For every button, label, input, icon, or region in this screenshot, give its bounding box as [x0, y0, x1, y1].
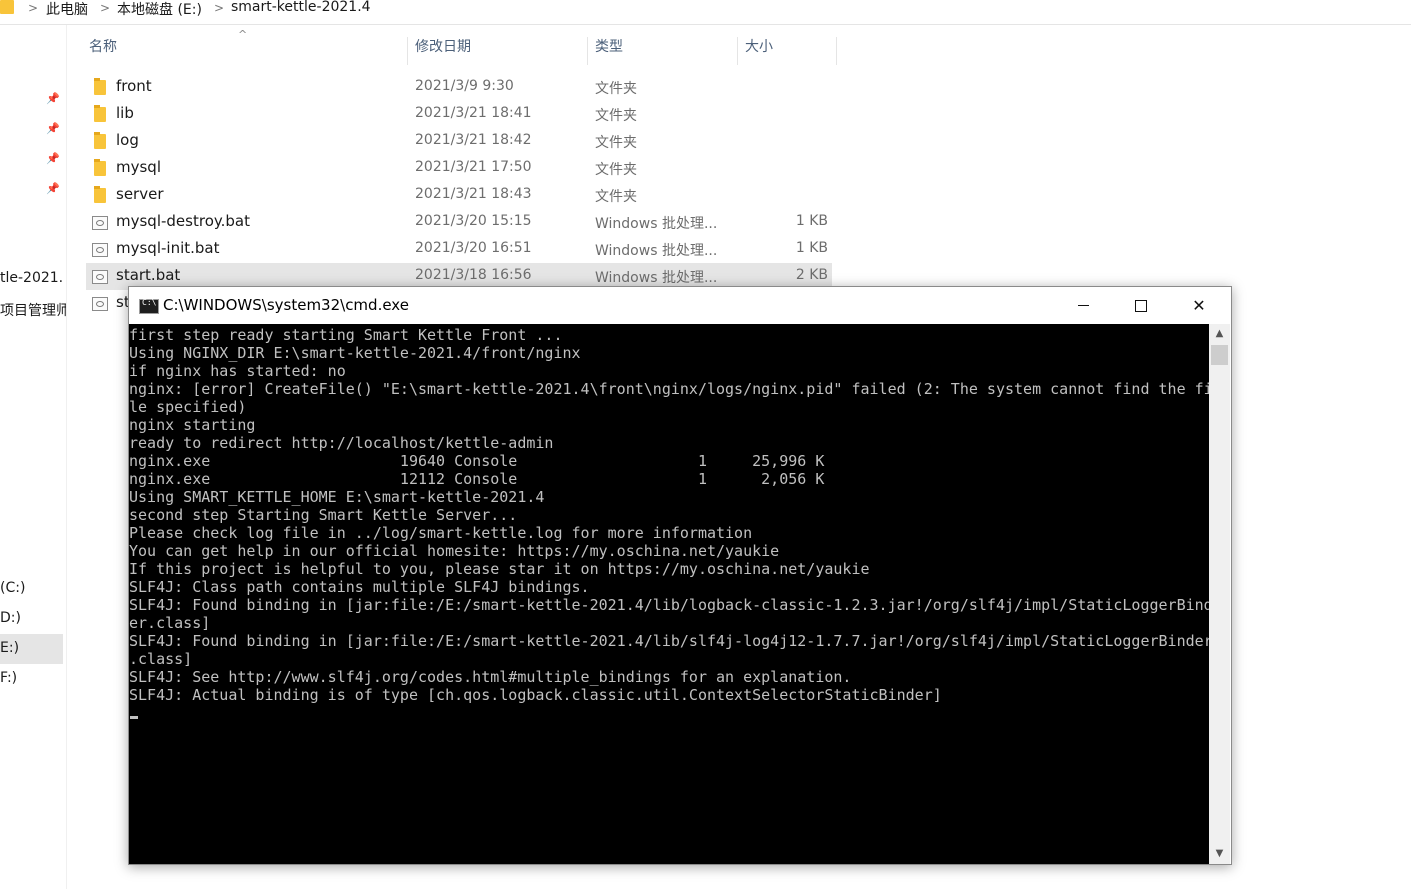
- file-name: server: [116, 185, 164, 203]
- file-row[interactable]: mysql-init.bat 2021/3/20 16:51 Windows 批…: [86, 236, 832, 263]
- nav-item-quick-access-folder[interactable]: tle-2021.: [0, 270, 63, 286]
- file-date: 2021/3/21 18:41: [415, 105, 532, 121]
- nav-item-drive-d[interactable]: D:): [0, 610, 21, 626]
- batch-file-icon: [92, 297, 108, 311]
- file-name: log: [116, 131, 139, 149]
- file-name: lib: [116, 104, 134, 122]
- folder-icon: [94, 186, 106, 203]
- file-row[interactable]: mysql 2021/3/21 17:50 文件夹: [86, 155, 832, 182]
- file-name: mysql: [116, 158, 161, 176]
- cmd-icon-label: C:\: [142, 298, 157, 307]
- pin-icon[interactable]: 📌: [46, 182, 60, 195]
- navigation-pane: 📌 📌 📌 📌 tle-2021. 项目管理师 (C:) D:) E:) F:): [0, 25, 67, 889]
- file-size: 1 KB: [795, 240, 828, 256]
- folder-icon: [94, 159, 106, 176]
- cmd-title-bar[interactable]: C:\ C:\WINDOWS\system32\cmd.exe ✕: [129, 287, 1231, 324]
- window-title: C:\WINDOWS\system32\cmd.exe: [163, 296, 409, 314]
- file-date: 2021/3/20 15:15: [415, 213, 532, 229]
- minimize-icon: [1078, 305, 1089, 306]
- file-date: 2021/3/21 18:43: [415, 186, 532, 202]
- file-row[interactable]: log 2021/3/21 18:42 文件夹: [86, 128, 832, 155]
- folder-icon: [94, 78, 106, 95]
- scroll-down-arrow-icon[interactable]: ▼: [1209, 844, 1230, 864]
- scroll-up-arrow-icon[interactable]: ▲: [1209, 324, 1230, 344]
- batch-file-icon: [92, 216, 108, 230]
- file-date: 2021/3/9 9:30: [415, 78, 514, 94]
- file-name: start.bat: [116, 266, 181, 284]
- column-divider[interactable]: [407, 37, 408, 65]
- file-type: 文件夹: [595, 189, 637, 205]
- file-row[interactable]: front 2021/3/9 9:30 文件夹: [86, 74, 832, 101]
- column-divider[interactable]: [737, 37, 738, 65]
- column-header-size[interactable]: 大小: [745, 36, 773, 66]
- batch-file-icon: [92, 243, 108, 257]
- nav-item-quick-access-folder[interactable]: 项目管理师: [0, 300, 66, 320]
- breadcrumb-item-drive-e[interactable]: 本地磁盘 (E:): [117, 0, 202, 19]
- file-type: Windows 批处理...: [595, 243, 718, 259]
- column-header-date[interactable]: 修改日期: [415, 36, 471, 66]
- chevron-right-icon: >: [28, 1, 39, 15]
- column-divider[interactable]: [587, 37, 588, 65]
- file-date: 2021/3/20 16:51: [415, 240, 532, 256]
- nav-item-drive-e[interactable]: E:): [0, 640, 19, 656]
- file-name: front: [116, 77, 152, 95]
- column-divider[interactable]: [836, 37, 837, 65]
- file-date: 2021/3/21 17:50: [415, 159, 532, 175]
- breadcrumb-item-this-pc[interactable]: 此电脑: [46, 0, 88, 19]
- maximize-icon: [1135, 300, 1147, 312]
- file-date: 2021/3/18 16:56: [415, 267, 532, 283]
- chevron-right-icon: >: [100, 1, 111, 15]
- cmd-icon[interactable]: C:\: [139, 298, 159, 314]
- scrollbar-thumb[interactable]: [1211, 345, 1228, 365]
- address-bar[interactable]: > 此电脑 > 本地磁盘 (E:) > smart-kettle-2021.4: [0, 0, 1411, 25]
- folder-icon: [94, 105, 106, 122]
- file-row[interactable]: server 2021/3/21 18:43 文件夹: [86, 182, 832, 209]
- column-header-type[interactable]: 类型: [595, 36, 623, 66]
- pin-icon[interactable]: 📌: [46, 122, 60, 135]
- chevron-right-icon: >: [214, 1, 225, 15]
- pin-icon[interactable]: 📌: [46, 152, 60, 165]
- minimize-button[interactable]: [1054, 287, 1112, 324]
- column-header-name[interactable]: 名称: [89, 36, 117, 66]
- file-type: Windows 批处理...: [595, 270, 718, 286]
- file-name: mysql-destroy.bat: [116, 212, 250, 230]
- file-size: 2 KB: [795, 267, 828, 283]
- folder-icon: [0, 0, 14, 14]
- close-button[interactable]: ✕: [1170, 287, 1228, 324]
- breadcrumb-item-current-folder[interactable]: smart-kettle-2021.4: [231, 0, 371, 15]
- folder-icon: [94, 132, 106, 149]
- text-cursor: [130, 716, 138, 719]
- file-type: 文件夹: [595, 108, 637, 124]
- file-type: Windows 批处理...: [595, 216, 718, 232]
- nav-item-drive-f[interactable]: F:): [0, 670, 17, 686]
- nav-item-drive-c[interactable]: (C:): [0, 580, 25, 596]
- cmd-window[interactable]: C:\ C:\WINDOWS\system32\cmd.exe ✕ first …: [128, 286, 1232, 865]
- console-text: first step ready starting Smart Kettle F…: [129, 326, 1209, 704]
- sort-ascending-icon: ^: [238, 28, 248, 41]
- file-date: 2021/3/21 18:42: [415, 132, 532, 148]
- file-name: mysql-init.bat: [116, 239, 220, 257]
- close-icon: ✕: [1192, 296, 1206, 315]
- vertical-scrollbar[interactable]: ▲ ▼: [1209, 324, 1230, 864]
- file-type: 文件夹: [595, 135, 637, 151]
- batch-file-icon: [92, 270, 108, 284]
- file-type: 文件夹: [595, 81, 637, 97]
- maximize-button[interactable]: [1112, 287, 1170, 324]
- pin-icon[interactable]: 📌: [46, 92, 60, 105]
- file-type: 文件夹: [595, 162, 637, 178]
- file-size: 1 KB: [795, 213, 828, 229]
- file-row[interactable]: lib 2021/3/21 18:41 文件夹: [86, 101, 832, 128]
- console-output-area[interactable]: first step ready starting Smart Kettle F…: [129, 324, 1209, 864]
- file-row[interactable]: mysql-destroy.bat 2021/3/20 15:15 Window…: [86, 209, 832, 236]
